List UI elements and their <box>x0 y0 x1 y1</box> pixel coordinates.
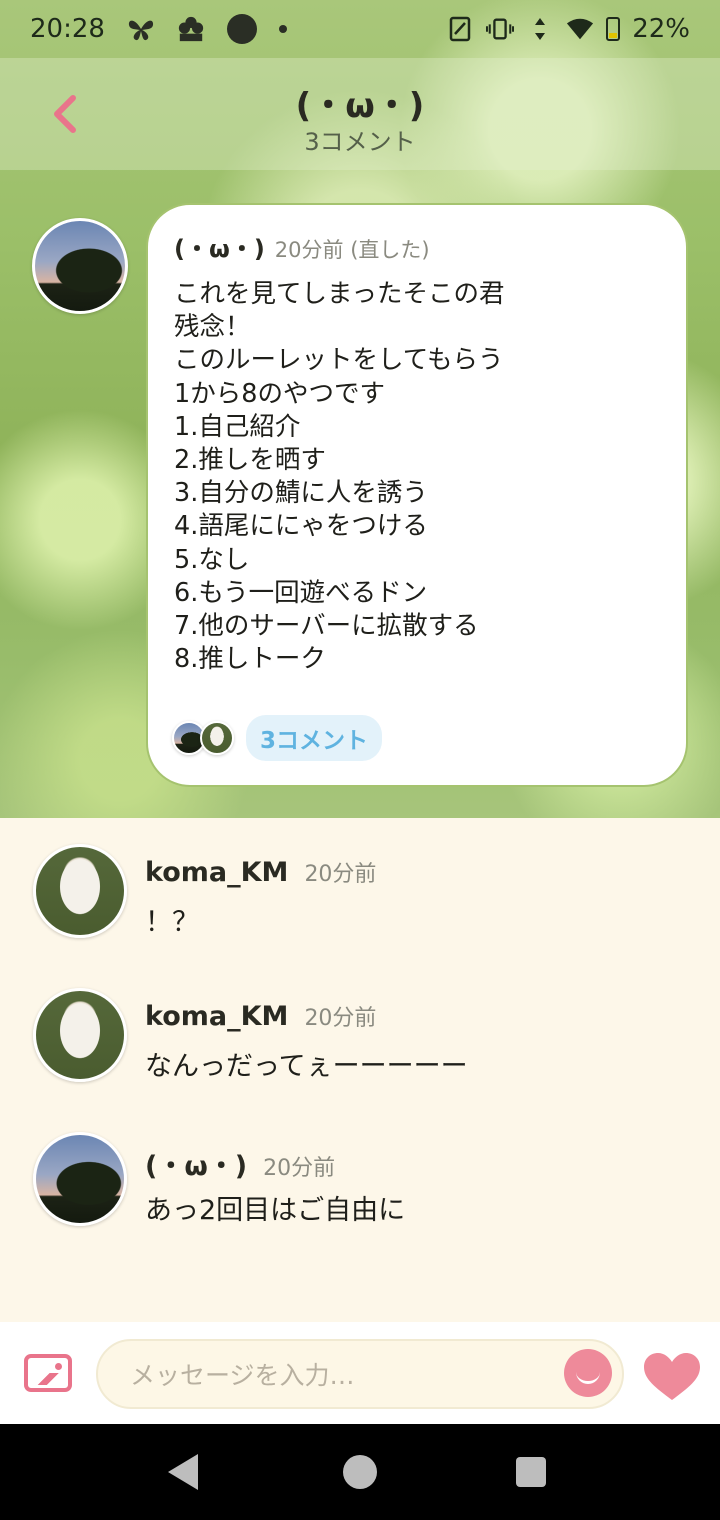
post-card: (・ω・) 20分前 (直した) これを見てしまったそこの君 残念！ このルーレ… <box>146 203 688 787</box>
nav-back-icon[interactable] <box>168 1454 198 1490</box>
nfc-icon <box>446 15 474 43</box>
sakura-badge-icon <box>177 15 205 43</box>
post-line: 4.語尾ににゃをつける <box>174 511 428 542</box>
commenter-avatar <box>200 721 234 755</box>
comment-list: koma_KM 20分前 ！？ koma_KM 20分前 なんっだってぇーーーー… <box>0 818 720 1322</box>
comment-text: ！？ <box>145 907 199 938</box>
battery-icon <box>606 17 621 41</box>
page-title: (・ω・) <box>295 86 425 126</box>
post-author[interactable]: (・ω・) <box>174 229 265 264</box>
comment-count-pill[interactable]: 3コメント <box>246 715 383 761</box>
post-line: 6.もう一回遊べるドン <box>174 577 428 608</box>
comment-text: あっ2回目はご自由に <box>145 1195 406 1226</box>
comment-time: 20分前 <box>263 1156 336 1181</box>
heart-icon[interactable] <box>643 1352 701 1402</box>
post-line: 7.他のサーバーに拡散する <box>174 611 479 642</box>
comment-author[interactable]: (・ω・) <box>145 1144 247 1183</box>
comment-time: 20分前 <box>304 862 377 887</box>
post-body: これを見てしまったそこの君 残念！ このルーレットをしてもらう 1から8のやつで… <box>174 278 662 676</box>
nav-recents-icon[interactable] <box>516 1457 546 1487</box>
emoji-icon[interactable] <box>564 1349 612 1397</box>
image-attach-icon[interactable] <box>24 1354 72 1392</box>
comment-author[interactable]: koma_KM <box>145 1001 288 1032</box>
wifi-icon <box>566 15 594 43</box>
comment-avatar[interactable] <box>33 988 127 1082</box>
status-bar: 20:28 22% <box>0 0 720 58</box>
comment-avatar[interactable] <box>33 844 127 938</box>
post-line: 8.推しトーク <box>174 644 326 675</box>
comment-time: 20分前 <box>304 1006 377 1031</box>
post-line: 5.なし <box>174 544 250 575</box>
comment-item: (・ω・) 20分前 あっ2回目はご自由に <box>0 1106 720 1226</box>
post-line: 2.推しを晒す <box>174 445 326 476</box>
comment-avatar[interactable] <box>33 1132 127 1226</box>
status-time: 20:28 <box>30 14 105 44</box>
post-line: これを見てしまったそこの君 <box>174 279 505 309</box>
post-line: 残念！ <box>174 312 251 343</box>
butterfly-icon <box>127 15 155 43</box>
post-time: 20分前 (直した) <box>274 238 430 262</box>
top-header: (・ω・) 3コメント <box>0 58 720 170</box>
post-footer: 3コメント <box>172 715 383 761</box>
comment-text: なんっだってぇーーーーー <box>145 1051 468 1082</box>
post-line: 1から8のやつです <box>174 378 385 409</box>
battery-percent: 22% <box>632 14 690 44</box>
data-arrows-icon <box>526 15 554 43</box>
nav-home-icon[interactable] <box>343 1455 377 1489</box>
message-input[interactable]: メッセージを入力… <box>96 1339 624 1409</box>
vibrate-icon <box>486 15 515 43</box>
message-composer: メッセージを入力… <box>0 1322 720 1424</box>
comment-author[interactable]: koma_KM <box>145 857 288 888</box>
page-subtitle: 3コメント <box>304 128 416 156</box>
comment-item: koma_KM 20分前 なんっだってぇーーーーー <box>0 962 720 1082</box>
post-line: このルーレットをしてもらう <box>174 345 504 376</box>
system-nav-bar <box>0 1424 720 1520</box>
post-author-avatar[interactable] <box>32 218 128 314</box>
circle-icon <box>226 14 257 44</box>
post-line: 3.自分の鯖に人を誘う <box>174 478 428 509</box>
dot-icon <box>278 25 287 33</box>
comment-item: koma_KM 20分前 ！？ <box>0 818 720 938</box>
post-line: 1.自己紹介 <box>174 411 301 442</box>
